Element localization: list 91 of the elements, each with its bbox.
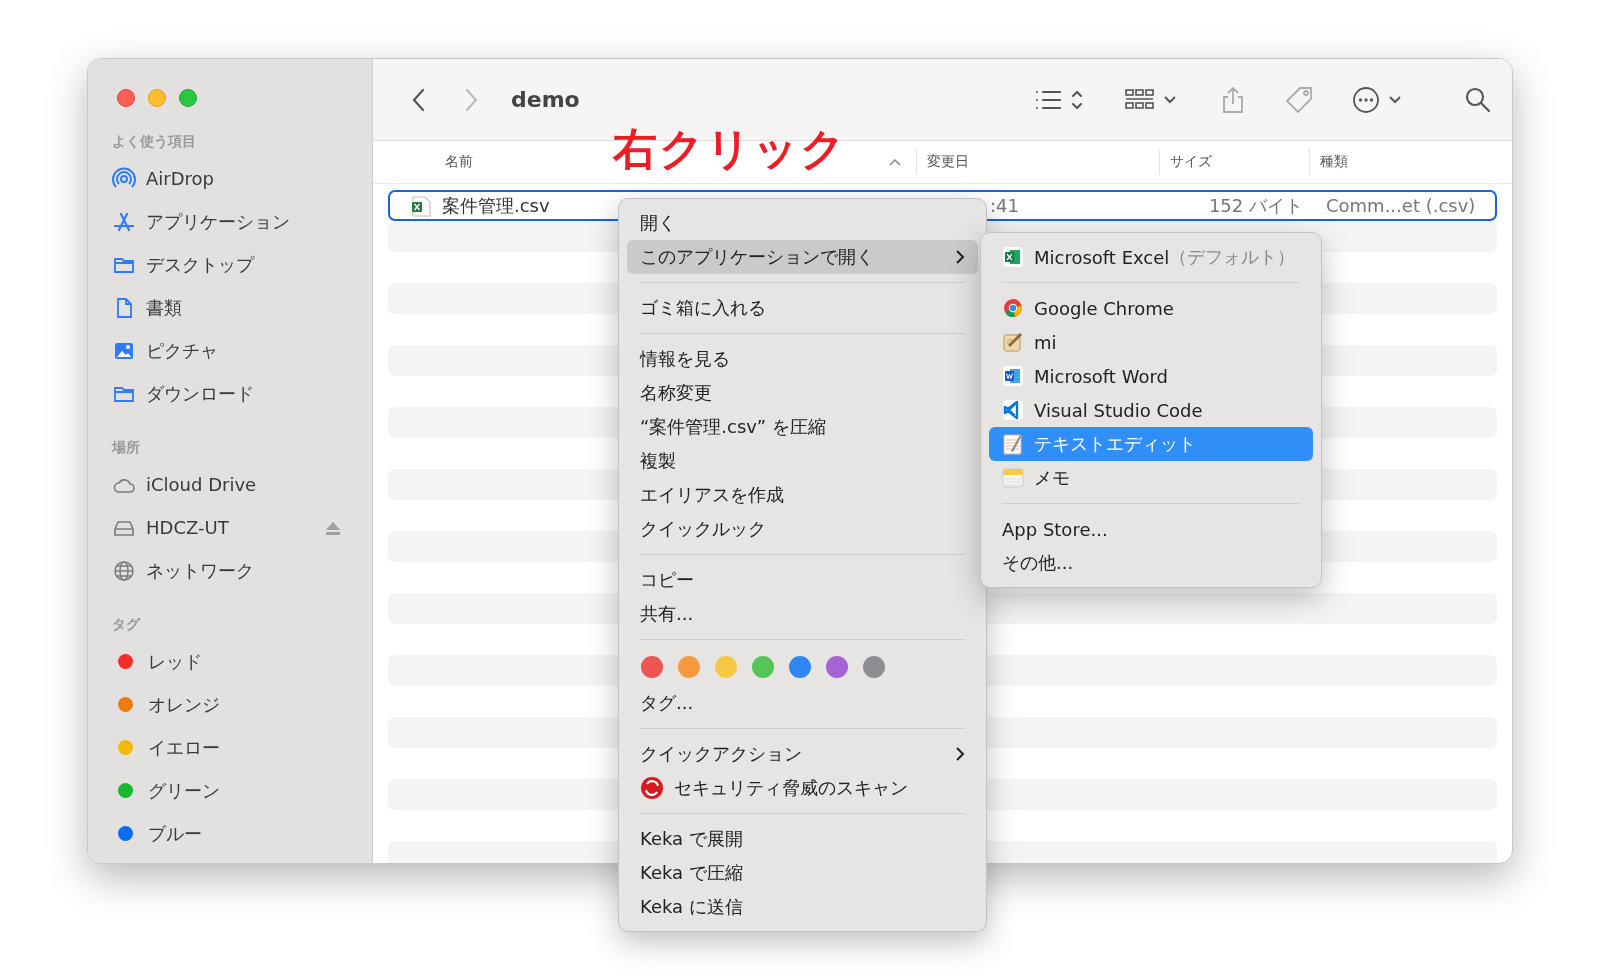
menu-item[interactable]: Keka に送信 <box>627 890 978 924</box>
tag-icon[interactable] <box>1284 84 1314 115</box>
zoom-button[interactable] <box>179 89 197 107</box>
tag-color-dot[interactable] <box>715 656 737 678</box>
chevron-right-icon <box>955 746 965 762</box>
sidebar-item[interactable]: AirDrop <box>112 157 372 200</box>
sort-caret-icon[interactable] <box>888 157 902 167</box>
sidebar-label: 書類 <box>146 295 182 320</box>
menu-item[interactable]: 共有... <box>627 597 978 631</box>
sidebar-item[interactable]: ブルー <box>112 812 372 855</box>
sidebar-label: iCloud Drive <box>146 474 257 495</box>
tag-color-dot[interactable] <box>789 656 811 678</box>
sidebar-label: ネットワーク <box>146 558 254 583</box>
notepad-app-icon <box>1002 467 1024 489</box>
modified-date: :41 <box>990 195 1019 216</box>
sidebar-label: ダウンロード <box>146 381 254 406</box>
code-editor-app-icon <box>1002 399 1024 421</box>
menu-item[interactable]: コピー <box>627 563 978 597</box>
menu-item[interactable]: Keka で圧縮 <box>627 856 978 890</box>
sidebar-label: オレンジ <box>148 692 220 717</box>
menu-item[interactable]: このアプリケーションで開く <box>627 240 978 274</box>
minimize-button[interactable] <box>148 89 166 107</box>
sidebar-label: ブルー <box>148 821 202 846</box>
menu-item[interactable]: クイックアクション <box>627 737 978 771</box>
section-heading: よく使う項目 <box>112 133 196 151</box>
sidebar-item[interactable]: iCloud Drive <box>112 463 372 506</box>
menu-item[interactable]: “案件管理.csv” を圧縮 <box>627 410 978 444</box>
file-name: 案件管理.csv <box>442 193 550 218</box>
tag-color-dot[interactable] <box>678 656 700 678</box>
menu-item[interactable]: クイックルック <box>627 512 978 546</box>
tag-color-dot[interactable] <box>752 656 774 678</box>
sidebar-item[interactable]: グリーン <box>112 769 372 812</box>
annotation-text: 右クリック <box>613 122 847 176</box>
menu-item[interactable]: ゴミ箱に入れる <box>627 291 978 325</box>
menu-item[interactable]: 名称変更 <box>627 376 978 410</box>
tag-color-dot[interactable] <box>641 656 663 678</box>
menu-item[interactable]: メモ <box>989 461 1313 495</box>
globe-icon <box>112 558 136 583</box>
menu-item[interactable]: mi <box>989 325 1313 359</box>
tag-color-dot[interactable] <box>863 656 885 678</box>
sidebar-label: デスクトップ <box>146 252 254 277</box>
search-icon[interactable] <box>1464 85 1492 114</box>
sidebar-item[interactable]: ダウンロード <box>112 372 372 415</box>
column-heading[interactable]: 名前 <box>445 153 473 171</box>
pen-paper-app-icon <box>1002 331 1024 353</box>
spreadsheet-file-icon <box>410 194 432 217</box>
menu-item[interactable]: Visual Studio Code <box>989 393 1313 427</box>
sidebar-item[interactable]: ネットワーク <box>112 549 372 592</box>
sidebar-item[interactable]: HDCZ-UT <box>112 506 372 549</box>
window-title: demo <box>511 87 580 112</box>
sidebar-item[interactable]: ピクチャ <box>112 329 372 372</box>
sidebar-label: グリーン <box>148 778 220 803</box>
sidebar-item[interactable]: アプリケーション <box>112 200 372 243</box>
file-size: 152 バイト <box>1208 193 1303 218</box>
menu-item[interactable]: タグ... <box>627 686 978 720</box>
text-editor-app-icon <box>1002 433 1024 455</box>
sidebar-label: ピクチャ <box>146 338 218 363</box>
sidebar-item[interactable]: デスクトップ <box>112 243 372 286</box>
sidebar-item[interactable]: イエロー <box>112 726 372 769</box>
chevron-right-icon <box>955 249 965 265</box>
browser-app-icon <box>1002 297 1024 319</box>
menu-item[interactable]: その他... <box>989 546 1313 580</box>
menu-item[interactable]: セキュリティ脅威のスキャン <box>627 771 978 805</box>
menu-item[interactable]: Microsoft Excel（デフォルト） <box>989 240 1313 274</box>
column-heading[interactable]: 種類 <box>1320 153 1348 171</box>
sidebar-label: イエロー <box>148 735 220 760</box>
sidebar-label: AirDrop <box>146 168 215 189</box>
menu-item[interactable]: 情報を見る <box>627 342 978 376</box>
spreadsheet-app-icon <box>1002 246 1024 268</box>
file-type: Comm...et (.csv) <box>1326 195 1476 216</box>
share-icon[interactable] <box>1220 84 1246 115</box>
section-heading: タグ <box>112 616 140 634</box>
sidebar-item[interactable]: 書類 <box>112 286 372 329</box>
section-heading: 場所 <box>112 439 140 457</box>
menu-item[interactable]: Google Chrome <box>989 291 1313 325</box>
sidebar-label: HDCZ-UT <box>146 517 229 538</box>
menu-item[interactable]: エイリアスを作成 <box>627 478 978 512</box>
menu-item[interactable]: 複製 <box>627 444 978 478</box>
menu-item[interactable]: Microsoft Word <box>989 359 1313 393</box>
sidebar-item[interactable]: レッド <box>112 640 372 683</box>
more-icon[interactable] <box>1352 85 1402 114</box>
sidebar-label: レッド <box>148 649 202 674</box>
sidebar-item[interactable]: オレンジ <box>112 683 372 726</box>
close-button[interactable] <box>117 89 135 107</box>
column-heading[interactable]: 変更日 <box>927 153 969 171</box>
column-heading[interactable]: サイズ <box>1170 153 1212 171</box>
tag-color-dot[interactable] <box>826 656 848 678</box>
menu-item[interactable]: Keka で展開 <box>627 822 978 856</box>
document-app-icon <box>1002 365 1024 387</box>
menu-item[interactable]: App Store... <box>989 512 1313 546</box>
sidebar-label: アプリケーション <box>146 209 290 234</box>
